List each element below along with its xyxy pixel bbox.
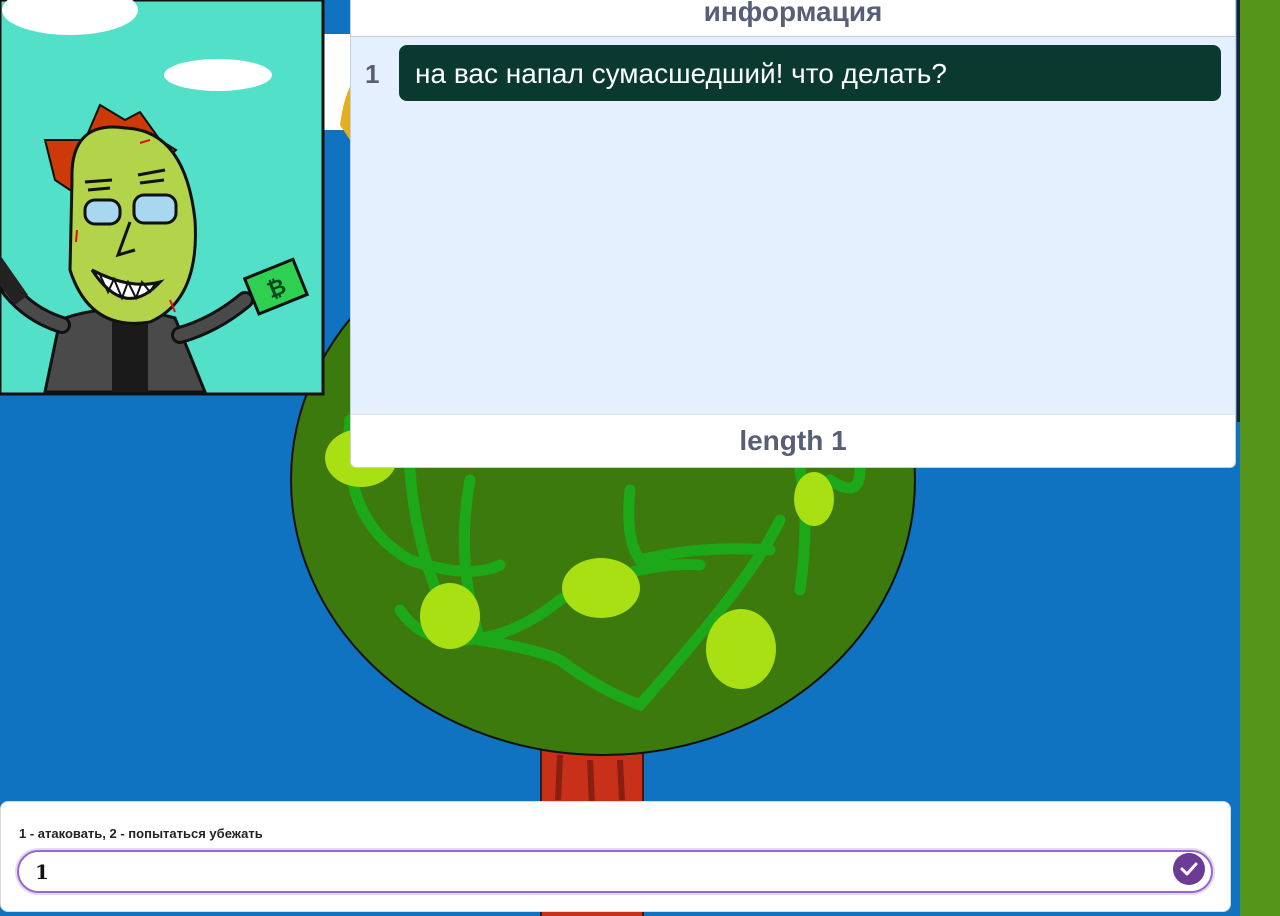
list-item-value[interactable]: на вас напал сумасшедший! что делать? <box>399 45 1221 101</box>
list-item[interactable]: 1 на вас напал сумасшедший! что делать? <box>351 45 1235 101</box>
list-title: информация <box>351 0 1235 37</box>
list-length-label: length 1 <box>351 414 1235 467</box>
answer-input[interactable] <box>17 850 1213 893</box>
list-monitor-info[interactable]: информация 1 на вас напал сумасшедший! ч… <box>350 0 1236 468</box>
character-sprite[interactable]: ₿ <box>0 0 325 396</box>
ask-prompt: 1 - атаковать, 2 - попытаться убежать <box>0 801 1231 912</box>
stage[interactable]: ₿ информация 1 на вас напал сумасшедший!… <box>0 0 1240 916</box>
sidebar-strip <box>1240 0 1280 916</box>
checkmark-icon <box>1180 862 1198 876</box>
submit-answer-button[interactable] <box>1173 853 1205 885</box>
list-item-index: 1 <box>365 59 380 89</box>
ask-question: 1 - атаковать, 2 - попытаться убежать <box>19 826 263 841</box>
